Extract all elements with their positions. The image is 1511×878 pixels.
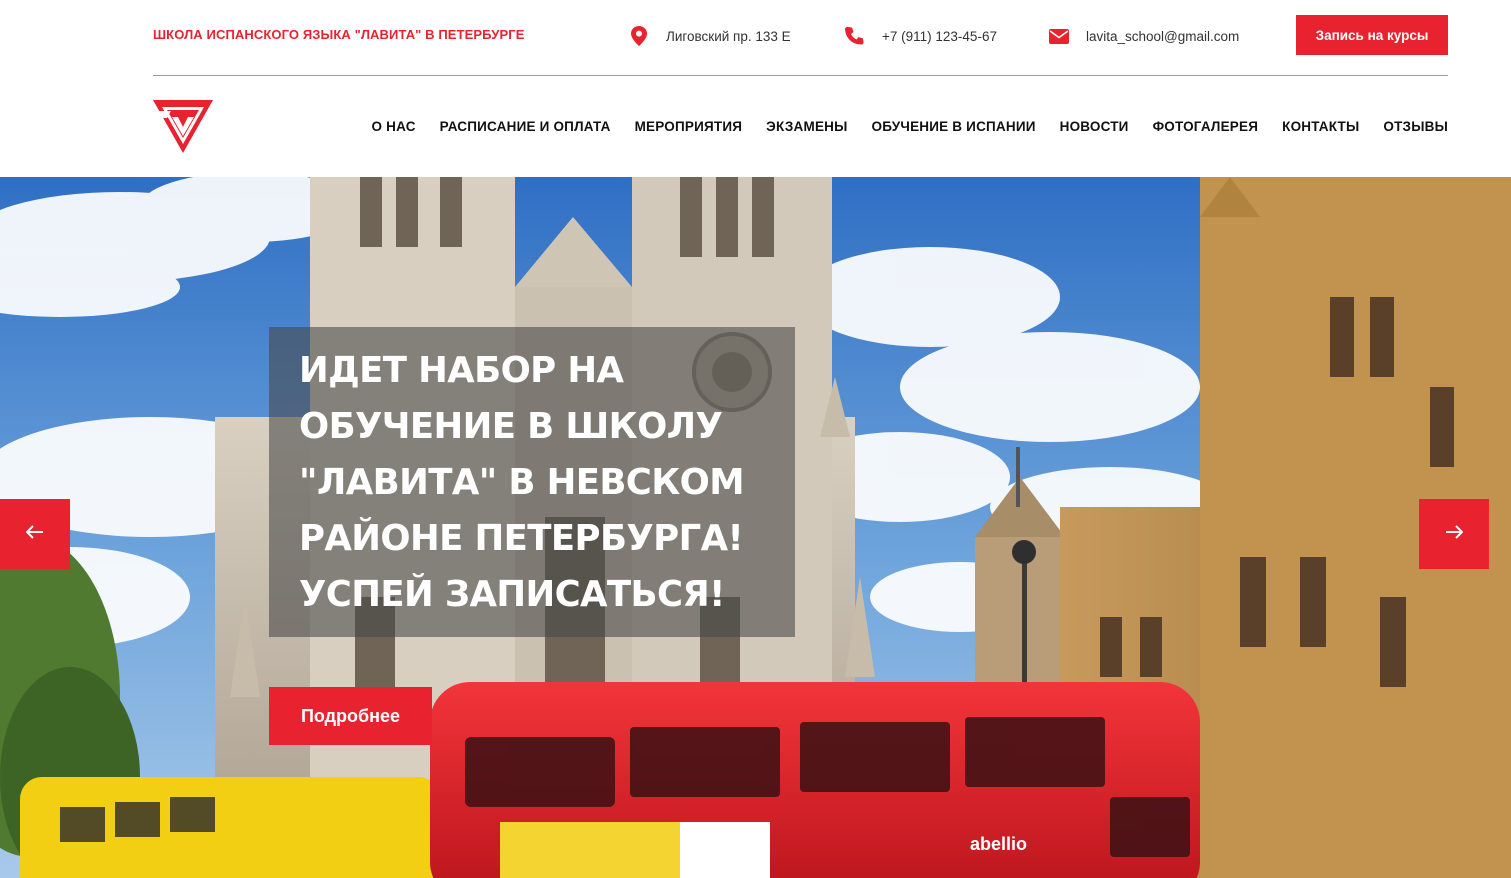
- nav-item-news[interactable]: НОВОСТИ: [1060, 119, 1129, 134]
- school-name: ШКОЛА ИСПАНСКОГО ЯЗЫКА "ЛАВИТА" В ПЕТЕРБ…: [153, 27, 525, 42]
- phone-contact[interactable]: +7 (911) 123-45-67: [843, 24, 997, 48]
- email-contact[interactable]: lavita_school@gmail.com: [1048, 24, 1239, 48]
- address-text: Лиговский пр. 133 Е: [666, 28, 791, 44]
- nav-item-reviews[interactable]: ОТЗЫВЫ: [1383, 119, 1448, 134]
- nav-item-study-in-spain[interactable]: ОБУЧЕНИЕ В ИСПАНИИ: [872, 119, 1036, 134]
- top-bar: ШКОЛА ИСПАНСКОГО ЯЗЫКА "ЛАВИТА" В ПЕТЕРБ…: [0, 0, 1511, 76]
- slider-next-button[interactable]: [1419, 499, 1489, 569]
- signup-button[interactable]: Запись на курсы: [1296, 15, 1448, 55]
- nav-item-contacts[interactable]: КОНТАКТЫ: [1282, 119, 1359, 134]
- nav-item-schedule[interactable]: РАСПИСАНИЕ И ОПЛАТА: [440, 119, 611, 134]
- address-contact[interactable]: Лиговский пр. 133 Е: [628, 24, 791, 48]
- envelope-icon: [1048, 25, 1070, 47]
- main-nav: О НАС РАСПИСАНИЕ И ОПЛАТА МЕРОПРИЯТИЯ ЭК…: [372, 119, 1449, 134]
- svg-text:abellio: abellio: [970, 834, 1027, 854]
- nav-item-about[interactable]: О НАС: [372, 119, 416, 134]
- phone-icon: [843, 25, 865, 47]
- email-text: lavita_school@gmail.com: [1086, 28, 1240, 44]
- phone-text: +7 (911) 123-45-67: [882, 28, 997, 44]
- nav-item-events[interactable]: МЕРОПРИЯТИЯ: [635, 119, 743, 134]
- more-button[interactable]: Подробнее: [269, 687, 432, 745]
- nav-item-exams[interactable]: ЭКЗАМЕНЫ: [766, 119, 847, 134]
- arrow-right-icon: [1445, 524, 1464, 544]
- slider-prev-button[interactable]: [0, 499, 70, 569]
- hero-slider: abellio ИДЕТ НАБОР НА ОБУЧЕНИЕ В ШКОЛУ "…: [0, 177, 1511, 878]
- hero-title: ИДЕТ НАБОР НА ОБУЧЕНИЕ В ШКОЛУ "ЛАВИТА" …: [299, 350, 745, 615]
- arrow-left-icon: [25, 524, 44, 544]
- nav-item-gallery[interactable]: ФОТОГАЛЕРЕЯ: [1153, 119, 1259, 134]
- lavita-logo-icon[interactable]: [153, 100, 213, 153]
- map-pin-icon: [628, 25, 650, 47]
- main-navbar: О НАС РАСПИСАНИЕ И ОПЛАТА МЕРОПРИЯТИЯ ЭК…: [0, 76, 1511, 177]
